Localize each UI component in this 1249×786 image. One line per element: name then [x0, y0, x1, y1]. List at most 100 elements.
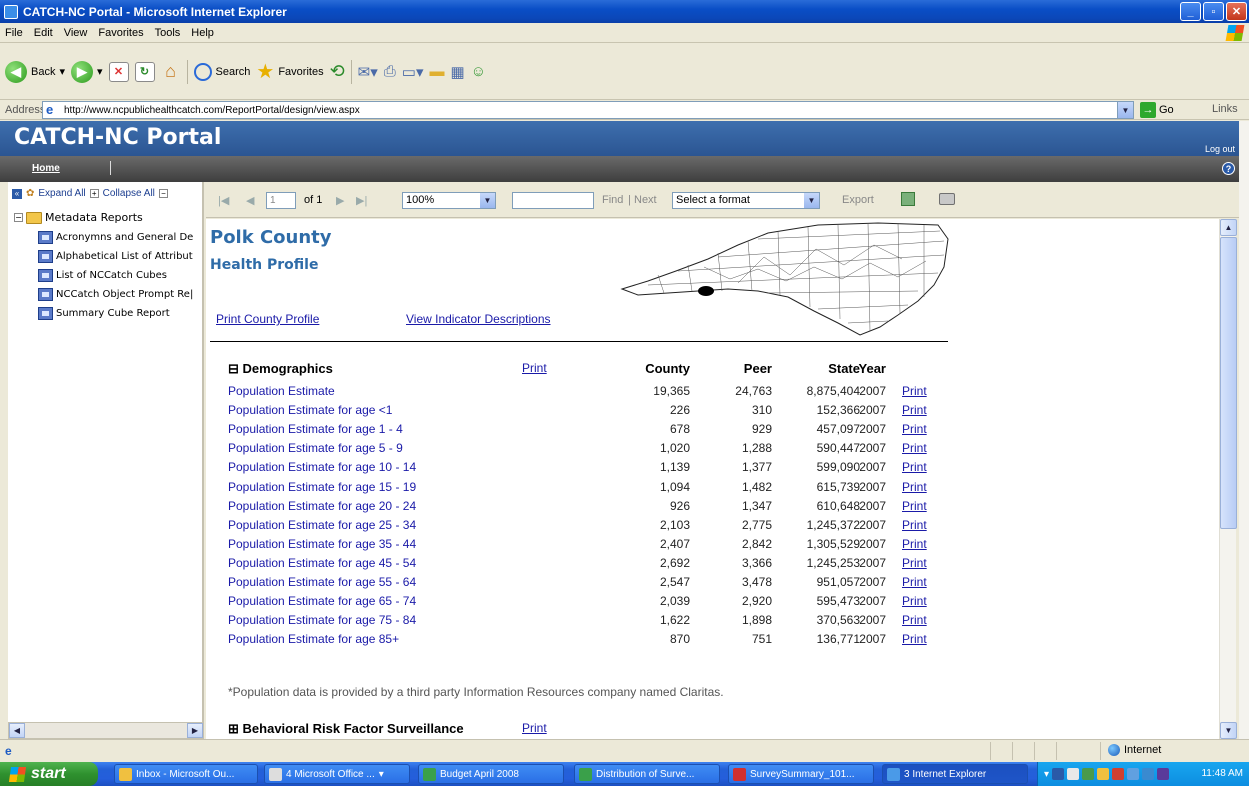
refresh-icon[interactable]: ↻ [134, 61, 155, 82]
page-scrollbar[interactable] [1239, 121, 1249, 739]
indicator-link[interactable]: Population Estimate for age 65 - 74 [228, 594, 416, 608]
menu-view[interactable]: View [64, 27, 88, 39]
menu-favorites[interactable]: Favorites [98, 27, 143, 39]
first-page-icon[interactable]: |◀ [218, 194, 229, 207]
row-print-link[interactable]: Print [902, 537, 927, 551]
edit-icon[interactable]: ▭▾ [402, 63, 424, 81]
refresh-report-icon[interactable] [901, 192, 915, 206]
task-office[interactable]: 4 Microsoft Office ... ▾ [264, 764, 410, 784]
task-internet-explorer[interactable]: 3 Internet Explorer [882, 764, 1028, 784]
page-number-input[interactable]: 1 [266, 192, 296, 209]
previous-page-icon[interactable]: ◀ [246, 194, 254, 207]
indicator-link[interactable]: Population Estimate for age 5 - 9 [228, 441, 403, 455]
indicator-link[interactable]: Population Estimate for age 20 - 24 [228, 499, 416, 513]
row-print-link[interactable]: Print [902, 403, 927, 417]
vb-tray-icon[interactable] [1157, 768, 1170, 780]
favorites-button[interactable]: ★ Favorites [256, 59, 323, 84]
row-print-link[interactable]: Print [902, 556, 927, 570]
chevron-down-icon[interactable]: ▼ [804, 193, 819, 208]
scroll-thumb[interactable] [1220, 237, 1237, 529]
demographics-section-title[interactable]: ⊟ Demographics [228, 361, 333, 377]
row-print-link[interactable]: Print [902, 594, 927, 608]
menu-file[interactable]: File [5, 27, 23, 39]
indicator-link[interactable]: Population Estimate for age 25 - 34 [228, 518, 416, 532]
indicator-link[interactable]: Population Estimate for age 85+ [228, 632, 399, 646]
expand-section-icon[interactable]: ⊞ [228, 721, 239, 736]
help-tray-icon[interactable] [1052, 768, 1065, 780]
folder-icon[interactable]: ▬ [430, 63, 445, 80]
stop-icon[interactable]: ✕ [108, 61, 129, 82]
print-county-profile-link[interactable]: Print County Profile [216, 312, 319, 326]
print-icon[interactable]: ⎙ [384, 63, 396, 80]
tree-item-acronyms[interactable]: Acronymns and General De [38, 231, 204, 244]
row-print-link[interactable]: Print [902, 613, 927, 627]
row-print-link[interactable]: Print [902, 480, 927, 494]
demographics-print-link[interactable]: Print [522, 361, 547, 375]
address-input[interactable]: e http://www.ncpublichealthcatch.com/Rep… [42, 101, 1134, 119]
expand-all-link[interactable]: Expand All [38, 188, 85, 199]
next-link[interactable]: Next [634, 194, 657, 206]
task-budget[interactable]: Budget April 2008 [418, 764, 564, 784]
back-button[interactable]: ◀ Back ▾ [5, 60, 65, 83]
row-print-link[interactable]: Print [902, 499, 927, 513]
row-print-link[interactable]: Print [902, 384, 927, 398]
indicator-link[interactable]: Population Estimate for age 75 - 84 [228, 613, 416, 627]
row-print-link[interactable]: Print [902, 632, 927, 646]
tree-root-metadata-reports[interactable]: − Metadata Reports [14, 211, 143, 224]
nav-home-link[interactable]: Home [32, 163, 60, 174]
row-print-link[interactable]: Print [902, 441, 927, 455]
forward-dropdown-icon[interactable]: ▾ [97, 65, 103, 78]
messenger-icon[interactable]: ☺ [471, 63, 486, 80]
sync-tray-icon[interactable] [1127, 768, 1140, 780]
print-report-icon[interactable] [939, 193, 955, 205]
view-indicator-descriptions-link[interactable]: View Indicator Descriptions [406, 312, 551, 326]
update-tray-icon[interactable] [1112, 768, 1125, 780]
home-icon[interactable]: ⌂ [161, 61, 181, 82]
help-icon[interactable]: ? [1222, 162, 1235, 175]
tree-collapse-icon[interactable]: − [14, 213, 23, 222]
scroll-left-icon[interactable]: ◀ [9, 723, 25, 738]
plus-box-icon[interactable]: + [89, 189, 99, 198]
search-button[interactable]: Search [193, 62, 250, 81]
indicator-link[interactable]: Population Estimate for age <1 [228, 403, 392, 417]
logout-link[interactable]: Log out [1205, 144, 1235, 154]
last-page-icon[interactable]: ▶| [356, 194, 367, 207]
tree-horizontal-scrollbar[interactable]: ◀ ▶ [8, 722, 204, 739]
go-button[interactable]: → Go [1140, 102, 1174, 118]
find-link[interactable]: Find [602, 194, 623, 206]
minimize-button[interactable]: _ [1180, 2, 1201, 21]
network-tray-icon[interactable] [1067, 768, 1080, 780]
indicator-link[interactable]: Population Estimate for age 45 - 54 [228, 556, 416, 570]
indicator-link[interactable]: Population Estimate for age 10 - 14 [228, 460, 416, 474]
collapse-pane-icon[interactable]: « [12, 188, 22, 199]
indicator-link[interactable]: Population Estimate for age 1 - 4 [228, 422, 403, 436]
antivirus-tray-icon[interactable] [1082, 768, 1095, 780]
chevron-down-icon[interactable]: ▼ [480, 193, 495, 208]
brfss-section-title[interactable]: ⊞ Behavioral Risk Factor Surveillance [228, 721, 464, 737]
zoom-select[interactable]: 100% ▼ [402, 192, 496, 209]
minus-box-icon[interactable]: − [158, 189, 168, 198]
collapse-all-link[interactable]: Collapse All [103, 188, 155, 199]
brfss-print-link[interactable]: Print [522, 721, 547, 735]
task-distribution[interactable]: Distribution of Surve... [574, 764, 720, 784]
forward-button[interactable]: ▶ ▾ [71, 60, 103, 83]
research-icon[interactable]: ▦ [451, 63, 465, 81]
row-print-link[interactable]: Print [902, 422, 927, 436]
scroll-right-icon[interactable]: ▶ [187, 723, 203, 738]
indicator-link[interactable]: Population Estimate for age 35 - 44 [228, 537, 416, 551]
export-link[interactable]: Export [842, 194, 874, 206]
mail-icon[interactable]: ✉▾ [358, 63, 378, 81]
tree-item-cubes[interactable]: List of NCCatch Cubes [38, 269, 204, 282]
task-inbox[interactable]: Inbox - Microsoft Ou... [114, 764, 258, 784]
indicator-link[interactable]: Population Estimate for age 55 - 64 [228, 575, 416, 589]
menu-tools[interactable]: Tools [155, 27, 181, 39]
mail-tray-icon[interactable] [1097, 768, 1110, 780]
task-survey-summary[interactable]: SurveySummary_101... [728, 764, 874, 784]
menu-help[interactable]: Help [191, 27, 214, 39]
maximize-button[interactable]: ▫ [1203, 2, 1224, 21]
close-button[interactable]: ✕ [1226, 2, 1247, 21]
collapse-section-icon[interactable]: ⊟ [228, 361, 239, 376]
find-input[interactable] [512, 192, 594, 209]
row-print-link[interactable]: Print [902, 575, 927, 589]
start-button[interactable]: start [0, 762, 98, 786]
